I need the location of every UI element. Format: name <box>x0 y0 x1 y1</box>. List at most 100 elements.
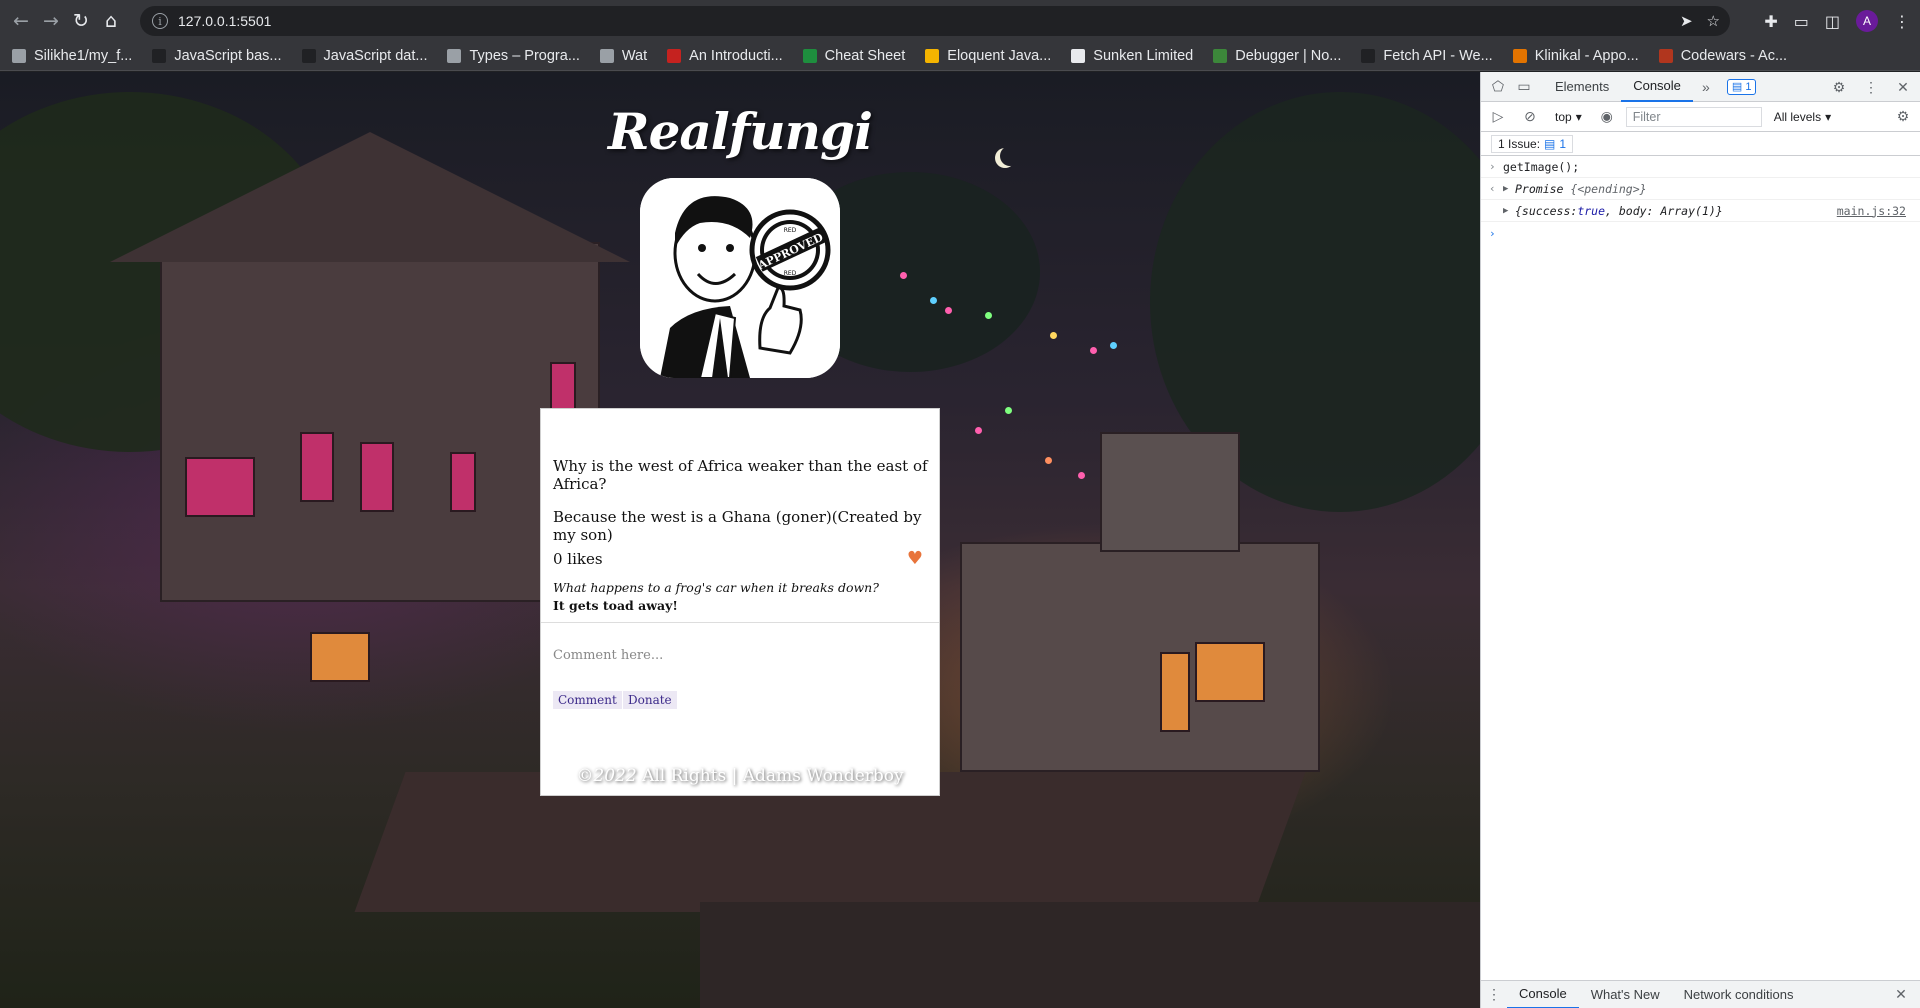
levels-select[interactable]: All levels ▾ <box>1768 110 1837 124</box>
close-drawer-icon[interactable]: ✕ <box>1888 982 1914 1008</box>
promise-state: {<pending>} <box>1570 181 1647 196</box>
comment-button[interactable]: Comment <box>553 691 622 709</box>
issues-label: 1 Issue: <box>1498 136 1541 151</box>
bookmark-item[interactable]: JavaScript bas... <box>152 48 282 64</box>
message-icon: ▤ <box>1544 136 1556 151</box>
bookmark-item[interactable]: Klinikal - Appo... <box>1512 48 1639 64</box>
bookmark-item[interactable]: Sunken Limited <box>1071 48 1193 64</box>
bookmark-label: Wat <box>621 47 648 64</box>
footer-year: ©2022 <box>576 766 637 786</box>
string-light <box>900 272 907 279</box>
pdf-icon <box>667 48 682 63</box>
drawer-menu-icon[interactable]: ⋮ <box>1481 982 1507 1008</box>
filter-input[interactable]: Filter <box>1625 106 1762 127</box>
home-icon[interactable]: ⌂ <box>96 6 126 36</box>
browser-toolbar: ← → ↻ ⌂ i 127.0.0.1:5501 ➤ ☆ ✚ ▭ ◫ A ⋮ <box>0 0 1920 41</box>
devtools-tabbar: ⬠ ▭ Elements Console » ▤ 1 ⚙ ⋮ ✕ <box>1481 72 1920 102</box>
window <box>185 457 255 517</box>
expand-triangle-icon[interactable]: ▶ <box>1503 206 1515 216</box>
extensions-icon[interactable]: ✚ <box>1764 12 1777 31</box>
leaf-icon <box>802 48 817 63</box>
braces-icon <box>599 48 614 63</box>
menu-kebab-icon[interactable]: ⋮ <box>1894 12 1910 31</box>
codewars-icon <box>1658 48 1673 63</box>
reload-icon[interactable]: ↻ <box>66 6 96 36</box>
devtools-menu-icon[interactable]: ⋮ <box>1858 74 1884 100</box>
back-icon[interactable]: ← <box>6 6 36 36</box>
bookmark-item[interactable]: Eloquent Java... <box>925 48 1051 64</box>
bookmark-label: Eloquent Java... <box>947 47 1052 64</box>
sidebar-toggle-icon[interactable]: ▷ <box>1485 104 1511 130</box>
forward-icon[interactable]: → <box>36 6 66 36</box>
window <box>360 442 394 512</box>
cast-icon[interactable]: ▭ <box>1794 12 1809 31</box>
braces-icon <box>447 48 462 63</box>
bookmark-item[interactable]: Cheat Sheet <box>802 48 905 64</box>
string-light <box>1005 407 1012 414</box>
chevron-down-icon: ▾ <box>1825 109 1832 124</box>
joke-punchline: Because the west is a Ghana (goner)(Crea… <box>553 508 922 544</box>
inspect-element-icon[interactable]: ⬠ <box>1485 74 1511 100</box>
bookmark-star-icon[interactable]: ☆ <box>1707 12 1720 30</box>
bookmark-item[interactable]: Codewars - Ac... <box>1658 48 1787 64</box>
devtools-drawer: ⋮ Console What's New Network conditions … <box>1481 980 1920 1008</box>
comment-answer: It gets toad away! <box>553 598 678 613</box>
context-select[interactable]: top ▾ <box>1549 110 1588 124</box>
bookmark-item[interactable]: Wat <box>599 47 648 64</box>
drawer-tab-console[interactable]: Console <box>1507 981 1579 1008</box>
eye-icon[interactable]: ◉ <box>1594 104 1620 130</box>
address-bar[interactable]: i 127.0.0.1:5501 ➤ ☆ <box>140 6 1730 36</box>
expand-triangle-icon[interactable]: ▶ <box>1503 184 1515 194</box>
comment-question: What happens to a frog's car when it bre… <box>553 580 879 595</box>
string-light <box>975 427 982 434</box>
close-icon[interactable]: ✕ <box>1890 74 1916 100</box>
promise-label[interactable]: Promise <box>1515 182 1563 196</box>
comment-input[interactable] <box>553 643 923 667</box>
donate-button[interactable]: Donate <box>623 691 677 709</box>
chevron-down-icon: ▾ <box>1575 109 1582 124</box>
bookmark-item[interactable]: Fetch API - We... <box>1361 48 1493 64</box>
issues-badge[interactable]: ▤ 1 <box>1726 78 1757 95</box>
bookmark-label: JavaScript dat... <box>323 47 428 64</box>
string-light <box>985 312 992 319</box>
more-tabs-icon[interactable]: » <box>1693 74 1719 100</box>
console-input-text: getImage(); <box>1503 159 1580 174</box>
device-toolbar-icon[interactable]: ▭ <box>1511 74 1537 100</box>
url-text[interactable]: 127.0.0.1:5501 <box>178 13 271 29</box>
drawer-tab-whats-new[interactable]: What's New <box>1579 981 1672 1008</box>
result-open[interactable]: {success: <box>1515 204 1577 218</box>
source-link[interactable]: main.js:32 <box>1837 204 1906 218</box>
settings-gear-icon[interactable]: ⚙ <box>1826 74 1852 100</box>
node-icon <box>1213 48 1228 63</box>
window <box>300 432 334 502</box>
approved-man-illustration: APPROVED RED RED <box>640 178 840 378</box>
console-prompt-line[interactable]: › <box>1481 222 1920 244</box>
bookmark-item[interactable]: Silikhe1/my_f... <box>12 48 132 64</box>
bookmark-item[interactable]: Types – Progra... <box>447 48 580 64</box>
console-settings-icon[interactable]: ⚙ <box>1890 104 1916 130</box>
clear-console-icon[interactable]: ⊘ <box>1517 104 1543 130</box>
console-log-line: ▶ {success: true, body: Array(1)} main.j… <box>1481 200 1920 222</box>
door <box>1160 652 1190 732</box>
string-light <box>1078 472 1085 479</box>
issues-button[interactable]: 1 Issue: ▤ 1 <box>1491 134 1574 153</box>
context-select-value: top <box>1555 109 1572 124</box>
result-body: , body: Array(1)} <box>1605 203 1723 218</box>
lower-deck <box>700 902 1480 1008</box>
string-light <box>945 307 952 314</box>
tab-console[interactable]: Console <box>1621 72 1693 102</box>
drawer-tab-network-conditions[interactable]: Network conditions <box>1672 981 1806 1008</box>
heart-like-icon[interactable]: ♥ <box>907 548 923 569</box>
site-info-icon[interactable]: i <box>152 13 168 29</box>
bookmark-item[interactable]: An Introducti... <box>667 48 783 64</box>
page-viewport: Realfungi APPROVED RED RED Why is the we… <box>0 72 1480 1008</box>
bookmark-item[interactable]: JavaScript dat... <box>301 47 428 64</box>
bookmark-item[interactable]: Debugger | No... <box>1213 48 1341 64</box>
tab-elements[interactable]: Elements <box>1543 72 1621 102</box>
bookmark-label: Debugger | No... <box>1235 47 1342 64</box>
share-icon[interactable]: ➤ <box>1680 12 1693 30</box>
side-panel-icon[interactable]: ◫ <box>1825 12 1840 31</box>
joke-card: Why is the west of Africa weaker than th… <box>540 408 940 796</box>
result-success-value: true <box>1577 203 1606 218</box>
profile-avatar[interactable]: A <box>1856 10 1878 32</box>
